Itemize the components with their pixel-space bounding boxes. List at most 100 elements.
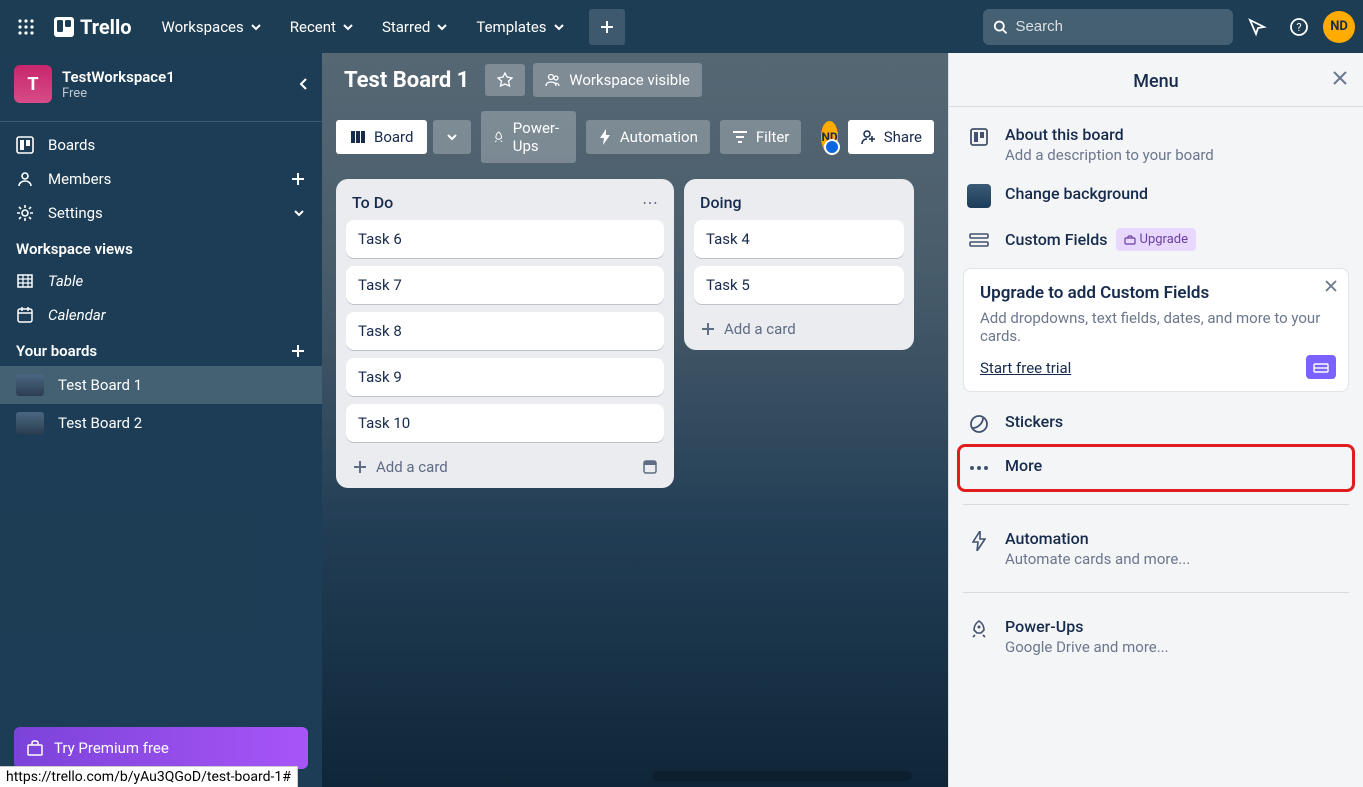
promo-title: Upgrade to add Custom Fields <box>980 283 1332 303</box>
nav-templates[interactable]: Templates <box>464 10 576 44</box>
members-icon <box>16 170 34 188</box>
promo-badge-icon <box>1306 355 1336 379</box>
card[interactable]: Task 8 <box>346 312 664 350</box>
apps-icon[interactable] <box>8 9 44 45</box>
list-title[interactable]: Doing <box>700 193 742 212</box>
nav-recent[interactable]: Recent <box>278 10 366 44</box>
plus-icon <box>352 459 368 475</box>
card-template-button[interactable] <box>642 459 658 475</box>
people-icon <box>545 72 561 88</box>
browser-status-bar: https://trello.com/b/yAu3QGoD/test-board… <box>0 766 298 787</box>
search-input[interactable] <box>1015 18 1223 35</box>
sidebar: T TestWorkspace1 Free Boards Members Set… <box>0 53 322 787</box>
gear-icon <box>16 204 34 222</box>
add-card-button[interactable]: Add a card <box>346 450 664 478</box>
upgrade-pill[interactable]: Upgrade <box>1116 228 1196 251</box>
notifications-icon[interactable] <box>1239 9 1275 45</box>
svg-text:?: ? <box>1296 21 1301 34</box>
sidebar-item-boards[interactable]: Boards <box>0 128 322 162</box>
add-card-button[interactable]: Add a card <box>694 312 904 340</box>
sidebar-item-calendar[interactable]: Calendar <box>0 298 322 332</box>
help-icon[interactable]: ? <box>1281 9 1317 45</box>
collapse-sidebar-button[interactable] <box>296 76 312 92</box>
nav-links: Workspaces Recent Starred Templates <box>150 10 577 44</box>
powerups-button[interactable]: Power-Ups <box>481 111 575 163</box>
view-board-button[interactable]: Board <box>336 120 427 154</box>
close-menu-button[interactable] <box>1331 69 1349 87</box>
visibility-button[interactable]: Workspace visible <box>533 63 702 97</box>
divider <box>0 121 322 122</box>
menu-more[interactable]: More <box>959 446 1353 490</box>
menu-powerups[interactable]: Power-Ups Google Drive and more... <box>959 607 1353 666</box>
fields-icon <box>967 228 991 252</box>
card[interactable]: Task 6 <box>346 220 664 258</box>
automation-button[interactable]: Automation <box>586 120 710 154</box>
menu-about-board[interactable]: About this board Add a description to yo… <box>959 115 1353 174</box>
sticker-icon <box>967 412 991 436</box>
custom-fields-promo: Upgrade to add Custom Fields Add dropdow… <box>963 268 1349 392</box>
add-board-button[interactable] <box>290 343 306 359</box>
workspace-logo: T <box>14 65 52 103</box>
card[interactable]: Task 10 <box>346 404 664 442</box>
star-board-button[interactable] <box>485 64 525 96</box>
promo-text: Add dropdowns, text fields, dates, and m… <box>980 309 1332 345</box>
trello-logo[interactable]: Trello <box>46 15 140 39</box>
menu-automation[interactable]: Automation Automate cards and more... <box>959 519 1353 578</box>
menu-stickers[interactable]: Stickers <box>959 402 1353 446</box>
topbar-right: ? ND <box>983 9 1355 45</box>
rocket-icon <box>493 129 504 145</box>
try-premium-button[interactable]: Try Premium free <box>14 727 308 769</box>
board-area: Test Board 1 Workspace visible Board Pow… <box>322 53 948 787</box>
menu-title: Menu <box>949 71 1363 92</box>
view-switcher: Board <box>336 120 471 154</box>
nav-starred[interactable]: Starred <box>370 10 460 44</box>
board-thumb-icon <box>16 374 44 396</box>
nav-workspaces[interactable]: Workspaces <box>150 10 274 44</box>
sidebar-board-1[interactable]: Test Board 1 <box>0 366 322 404</box>
create-button[interactable] <box>589 9 625 45</box>
sidebar-item-settings[interactable]: Settings <box>0 196 322 230</box>
start-trial-link[interactable]: Start free trial <box>980 359 1071 377</box>
menu-header: Menu <box>949 53 1363 107</box>
topbar-left: Trello Workspaces Recent Starred Templat… <box>8 9 625 45</box>
card[interactable]: Task 7 <box>346 266 664 304</box>
your-boards-heading: Your boards <box>0 332 322 366</box>
list-menu-button[interactable]: ⋯ <box>642 193 658 212</box>
filter-button[interactable]: Filter <box>720 120 802 154</box>
board-title[interactable]: Test Board 1 <box>336 64 477 97</box>
bolt-icon <box>967 529 991 553</box>
list-todo: To Do ⋯ Task 6 Task 7 Task 8 Task 9 Task… <box>336 179 674 488</box>
workspace-plan: Free <box>62 86 175 101</box>
add-user-icon <box>860 129 876 145</box>
add-member-button[interactable] <box>290 171 306 187</box>
menu-panel: Menu About this board Add a description … <box>948 53 1363 787</box>
settings-caret[interactable] <box>292 206 306 220</box>
view-dropdown-button[interactable] <box>433 120 471 154</box>
list-doing: Doing Task 4 Task 5 Add a card <box>684 179 914 350</box>
board-icon <box>967 125 991 149</box>
sidebar-board-2[interactable]: Test Board 2 <box>0 404 322 442</box>
board-member-avatar[interactable]: ND <box>821 121 837 153</box>
list-title[interactable]: To Do <box>352 193 393 212</box>
sidebar-item-table[interactable]: Table <box>0 264 322 298</box>
plus-icon <box>700 321 716 337</box>
divider <box>963 504 1349 505</box>
horizontal-scrollbar[interactable] <box>652 771 912 781</box>
board-header: Test Board 1 Workspace visible Board Pow… <box>322 53 948 169</box>
workspace-views-heading: Workspace views <box>0 230 322 264</box>
menu-change-background[interactable]: Change background <box>959 174 1353 218</box>
share-button[interactable]: Share <box>848 120 934 154</box>
board-view-icon <box>350 130 366 144</box>
promo-close-button[interactable] <box>1324 279 1338 293</box>
sidebar-item-members[interactable]: Members <box>0 162 322 196</box>
menu-custom-fields[interactable]: Custom Fields Upgrade <box>959 218 1353 262</box>
card[interactable]: Task 5 <box>694 266 904 304</box>
briefcase-icon <box>1124 235 1136 245</box>
card[interactable]: Task 9 <box>346 358 664 396</box>
card[interactable]: Task 4 <box>694 220 904 258</box>
search-box[interactable] <box>983 9 1233 45</box>
account-avatar[interactable]: ND <box>1323 11 1355 43</box>
background-thumb-icon <box>967 184 991 208</box>
workspace-name: TestWorkspace1 <box>62 68 175 86</box>
briefcase-icon <box>26 739 44 757</box>
